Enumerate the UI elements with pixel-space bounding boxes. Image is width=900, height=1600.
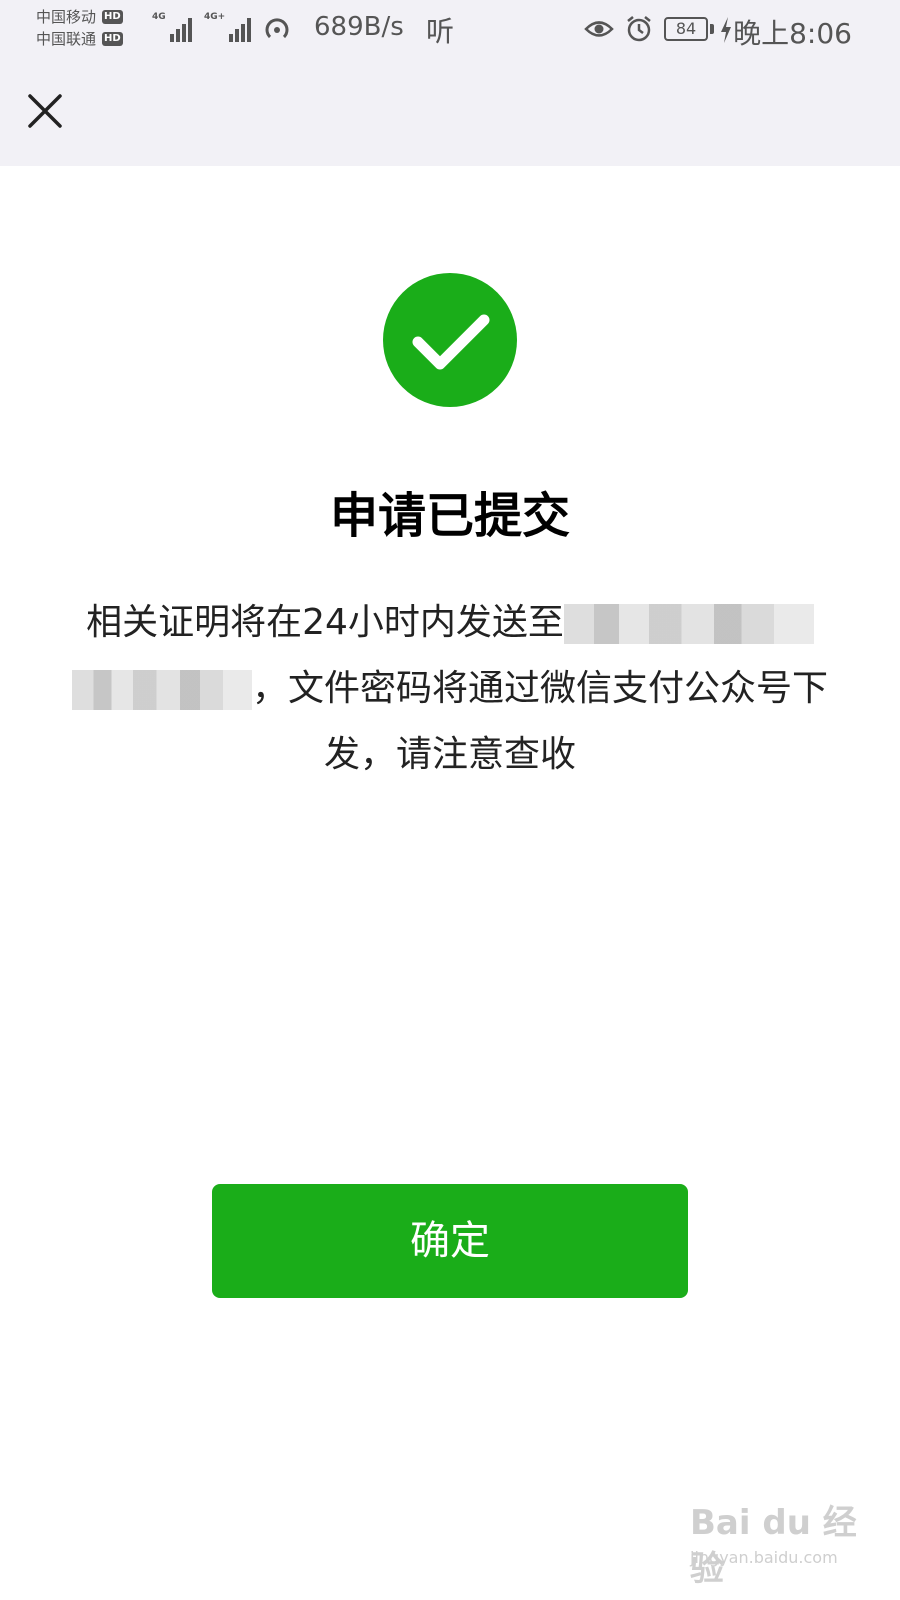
network-2-label: 4G+: [204, 12, 226, 22]
status-bar: 中国移动 HD 中国联通 HD 4G 4G+ 689B/s 听 84 晚上8:0…: [0, 0, 900, 62]
battery-tip: [710, 24, 714, 34]
page-title: 申请已提交: [329, 488, 570, 544]
clock: 晚上8:06: [733, 17, 852, 50]
signal-2-icon: 4G+: [204, 12, 252, 42]
watermark: Bai du 经验: [690, 1503, 857, 1589]
hotspot-icon: [265, 18, 289, 39]
carrier-2-label: 中国联通: [36, 30, 97, 48]
carrier-1-label: 中国移动: [36, 8, 97, 26]
redacted-email-continued: [71, 670, 252, 710]
message-part-2: ，文件密码将通过微信支付公众号下发，请注意查收: [251, 668, 828, 775]
nav-bar: [0, 62, 900, 166]
battery-level: 84: [675, 19, 697, 38]
alarm-icon: [627, 16, 651, 42]
battery-icon: 84: [664, 17, 708, 41]
carrier-row-2: 中国联通 HD: [36, 28, 123, 50]
message-part-1: 相关证明将在24小时内发送至: [86, 602, 564, 643]
carrier-info: 中国移动 HD 中国联通 HD: [36, 6, 123, 50]
listen-icon: 听: [426, 15, 455, 48]
redacted-email: [563, 604, 814, 644]
carrier-row-1: 中国移动 HD: [36, 6, 123, 28]
eye-icon: [584, 21, 614, 37]
hd-badge: HD: [102, 10, 123, 24]
signal-1-icon: 4G: [152, 12, 192, 42]
status-message: 相关证明将在24小时内发送至 ，文件密码将通过微信支付公众号下发，请注意查收: [50, 590, 850, 788]
charging-icon: [721, 17, 731, 43]
confirm-button[interactable]: 确定: [212, 1184, 688, 1298]
watermark-url: jingyan.baidu.com: [690, 1548, 838, 1567]
network-1-label: 4G: [152, 12, 166, 22]
close-icon[interactable]: [24, 90, 66, 132]
hd-badge: HD: [102, 32, 123, 46]
net-speed: 689B/s: [314, 12, 404, 42]
check-circle-icon: [383, 273, 517, 407]
